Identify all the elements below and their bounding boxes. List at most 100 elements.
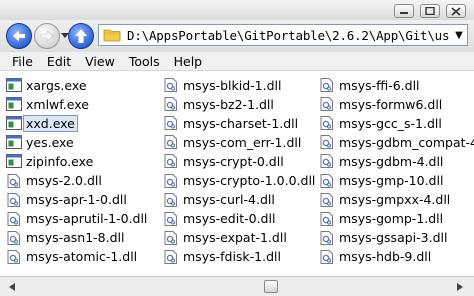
file-item[interactable]: msys-hdb-9.dll bbox=[319, 248, 431, 266]
file-item[interactable]: yes.exe bbox=[6, 133, 74, 151]
exe-file-icon bbox=[6, 78, 22, 92]
file-item[interactable]: msys-2.0.dll bbox=[6, 172, 102, 190]
menu-file[interactable]: File bbox=[0, 54, 40, 69]
file-name: msys-charset-1.dll bbox=[183, 115, 299, 131]
file-name: msys-ffi-6.dll bbox=[339, 77, 420, 93]
forward-arrow-icon bbox=[40, 29, 54, 43]
file-item[interactable]: xargs.exe bbox=[6, 76, 87, 94]
file-item[interactable]: msys-bz2-1.dll bbox=[163, 95, 274, 113]
dll-file-icon bbox=[7, 249, 20, 264]
title-bar bbox=[0, 0, 474, 20]
dll-file-icon bbox=[164, 116, 177, 131]
dll-file-icon bbox=[164, 173, 177, 188]
horizontal-scrollbar[interactable] bbox=[0, 276, 474, 296]
scroll-thumb[interactable] bbox=[264, 280, 278, 293]
file-item[interactable]: msys-curl-4.dll bbox=[163, 191, 275, 209]
menu-view[interactable]: View bbox=[78, 54, 122, 69]
exe-file-icon bbox=[6, 116, 22, 131]
close-button[interactable] bbox=[446, 4, 466, 18]
dll-file-icon bbox=[320, 135, 333, 150]
file-name: xmlwf.exe bbox=[26, 96, 89, 112]
address-bar[interactable]: D:\AppsPortable\GitPortable\2.6.2\App\Gi… bbox=[98, 24, 468, 46]
file-item[interactable]: msys-edit-0.dll bbox=[163, 210, 275, 228]
file-item[interactable]: xxd.exe bbox=[6, 114, 78, 132]
scroll-left-button[interactable] bbox=[4, 279, 20, 294]
up-arrow-icon bbox=[75, 29, 87, 43]
file-name: msys-atomic-1.dll bbox=[26, 249, 138, 265]
scroll-right-button[interactable] bbox=[452, 279, 468, 294]
dll-file-icon bbox=[164, 97, 177, 112]
file-item[interactable]: xmlwf.exe bbox=[6, 95, 89, 113]
file-item[interactable]: msys-expat-1.dll bbox=[163, 229, 287, 247]
file-name: msys-formw6.dll bbox=[339, 96, 443, 112]
file-name: msys-edit-0.dll bbox=[183, 211, 276, 227]
file-item[interactable]: msys-atomic-1.dll bbox=[6, 248, 137, 266]
file-item[interactable]: zipinfo.exe bbox=[6, 152, 93, 170]
exe-file-icon bbox=[6, 97, 22, 112]
dll-file-icon bbox=[164, 249, 177, 264]
dll-file-icon bbox=[320, 192, 333, 207]
menu-help[interactable]: Help bbox=[167, 54, 210, 69]
dll-file-icon bbox=[320, 211, 333, 226]
address-path[interactable]: D:\AppsPortable\GitPortable\2.6.2\App\Gi… bbox=[127, 28, 451, 43]
file-item[interactable]: msys-com_err-1.dll bbox=[163, 133, 301, 151]
file-item[interactable]: msys-formw6.dll bbox=[319, 95, 442, 113]
file-name: msys-curl-4.dll bbox=[183, 192, 275, 208]
file-name: xargs.exe bbox=[26, 77, 87, 93]
menu-tools[interactable]: Tools bbox=[122, 54, 167, 69]
forward-button[interactable] bbox=[34, 23, 60, 49]
file-name: msys-bz2-1.dll bbox=[183, 96, 274, 112]
folder-icon bbox=[103, 29, 121, 42]
file-item[interactable]: msys-charset-1.dll bbox=[163, 114, 298, 132]
file-name: zipinfo.exe bbox=[26, 153, 94, 169]
menu-edit[interactable]: Edit bbox=[40, 54, 78, 69]
address-dropdown-icon[interactable]: ▼ bbox=[451, 30, 467, 41]
file-name: msys-2.0.dll bbox=[26, 173, 102, 188]
dll-file-icon bbox=[320, 173, 333, 188]
file-name: msys-gcc_s-1.dll bbox=[339, 115, 442, 131]
dll-file-icon bbox=[320, 78, 333, 92]
dll-file-icon bbox=[7, 211, 20, 226]
file-name: msys-asn1-8.dll bbox=[26, 230, 125, 246]
file-item[interactable]: msys-fdisk-1.dll bbox=[163, 248, 281, 266]
close-icon bbox=[451, 6, 461, 16]
file-name: msys-apr-1-0.dll bbox=[26, 192, 127, 208]
file-item[interactable]: msys-crypto-1.0.0.dll bbox=[163, 172, 315, 190]
file-item[interactable]: msys-apr-1-0.dll bbox=[6, 191, 127, 209]
dll-file-icon bbox=[7, 173, 20, 188]
maximize-button[interactable] bbox=[420, 4, 440, 18]
file-item[interactable]: msys-asn1-8.dll bbox=[6, 229, 124, 247]
navigation-bar: D:\AppsPortable\GitPortable\2.6.2\App\Gi… bbox=[0, 20, 474, 52]
file-item[interactable]: msys-blkid-1.dll bbox=[163, 76, 281, 94]
file-item[interactable]: msys-gmpxx-4.dll bbox=[319, 191, 450, 209]
file-name: msys-gdbm_compat-4.dll bbox=[339, 134, 474, 150]
file-name: msys-crypto-1.0.0.dll bbox=[183, 173, 316, 188]
file-name: msys-com_err-1.dll bbox=[183, 134, 302, 150]
file-item[interactable]: msys-gdbm_compat-4.dll bbox=[319, 133, 474, 151]
dll-file-icon bbox=[164, 78, 177, 92]
file-item[interactable]: msys-gomp-1.dll bbox=[319, 210, 443, 228]
minimize-button[interactable] bbox=[394, 4, 414, 18]
file-list: xargs.exe xmlwf.exe xxd.exe yes.exe zipinfo.… bbox=[0, 71, 474, 276]
scroll-left-icon bbox=[9, 282, 15, 291]
file-item[interactable]: msys-gmp-10.dll bbox=[319, 172, 443, 190]
dll-file-icon bbox=[320, 249, 333, 264]
file-item[interactable]: msys-gcc_s-1.dll bbox=[319, 114, 442, 132]
file-name: msys-aprutil-1-0.dll bbox=[26, 211, 148, 227]
dll-file-icon bbox=[320, 116, 333, 131]
file-name: xxd.exe bbox=[23, 114, 78, 132]
back-button[interactable] bbox=[6, 23, 32, 49]
scroll-right-icon bbox=[457, 282, 463, 291]
file-name: msys-hdb-9.dll bbox=[339, 249, 432, 265]
back-arrow-icon bbox=[13, 30, 25, 42]
exe-file-icon bbox=[6, 135, 22, 150]
file-name: msys-blkid-1.dll bbox=[183, 77, 282, 93]
file-name: msys-expat-1.dll bbox=[183, 230, 287, 246]
file-item[interactable]: msys-aprutil-1-0.dll bbox=[6, 210, 147, 228]
file-item[interactable]: msys-crypt-0.dll bbox=[163, 152, 284, 170]
up-button[interactable] bbox=[68, 23, 94, 49]
file-item[interactable]: msys-gdbm-4.dll bbox=[319, 152, 443, 170]
file-item[interactable]: msys-gssapi-3.dll bbox=[319, 229, 447, 247]
file-item[interactable]: msys-ffi-6.dll bbox=[319, 76, 420, 94]
file-name: msys-gmp-10.dll bbox=[339, 173, 444, 188]
